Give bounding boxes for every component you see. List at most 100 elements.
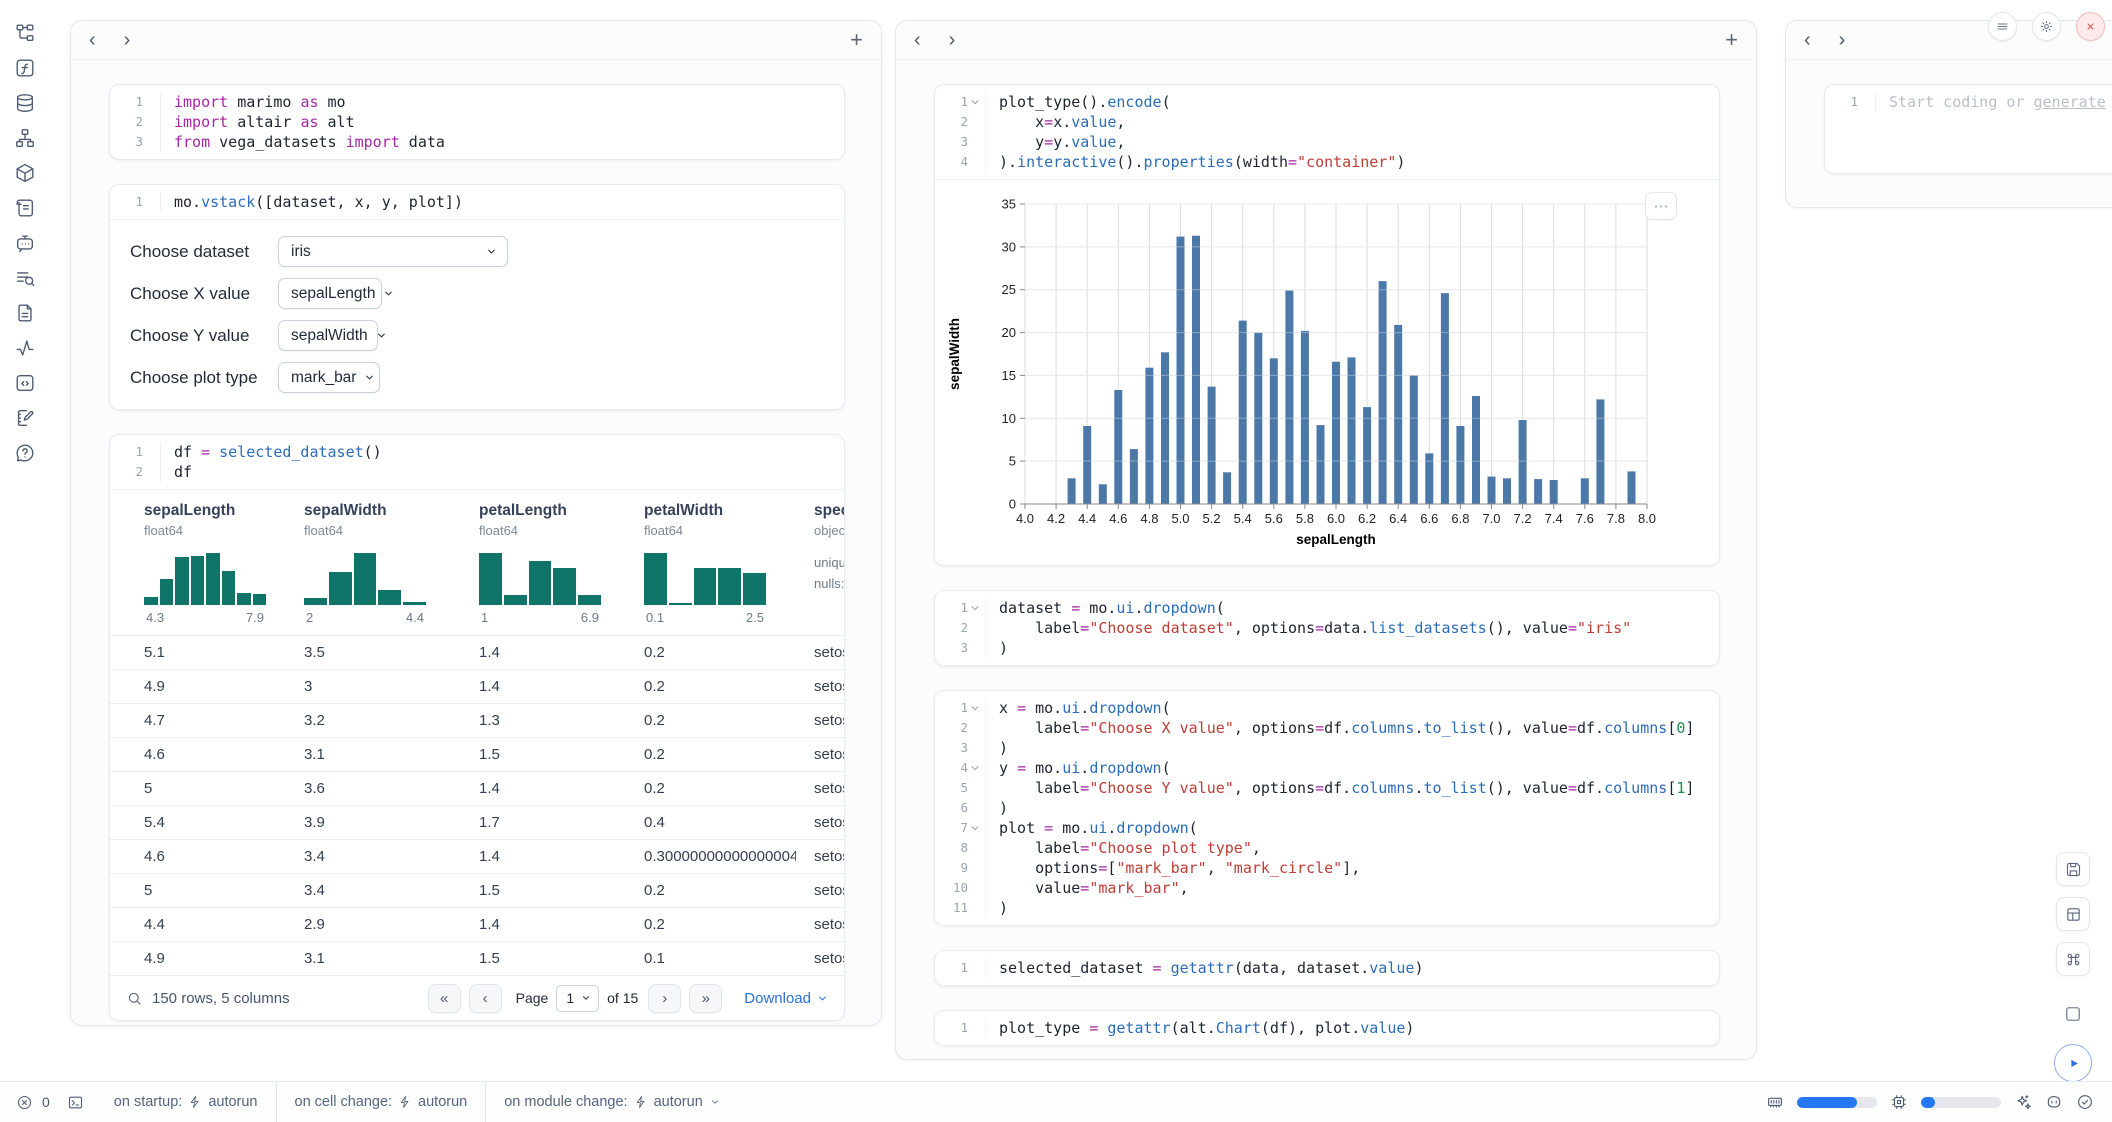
- column-next-button[interactable]: ›: [1839, 30, 1846, 50]
- column-histogram[interactable]: [304, 551, 426, 605]
- line-number-gutter: 1: [110, 442, 161, 462]
- minimap-button[interactable]: [2057, 998, 2089, 1030]
- table-row[interactable]: 53.61.40.2setosa: [110, 771, 844, 805]
- save-button[interactable]: [2056, 852, 2090, 886]
- copilot-icon[interactable]: [2045, 1093, 2063, 1111]
- shutdown-button[interactable]: [2076, 12, 2105, 41]
- scroll-icon[interactable]: [14, 197, 36, 219]
- table-column-header[interactable]: petalLengthfloat6416.9: [461, 502, 626, 635]
- table-row[interactable]: 4.93.11.50.1setosa: [110, 941, 844, 975]
- line-number-gutter: 3: [110, 132, 161, 152]
- snippets-icon[interactable]: [14, 372, 36, 394]
- memory-icon[interactable]: [1766, 1093, 1784, 1111]
- chart-actions-button[interactable]: ⋯: [1645, 192, 1677, 220]
- function-square-icon[interactable]: [14, 57, 36, 79]
- dropdown-select[interactable]: sepalWidth: [278, 320, 378, 351]
- column-histogram[interactable]: [644, 551, 766, 605]
- cell-code-editor[interactable]: 1plot_type = getattr(alt.Chart(df), plot…: [935, 1011, 1719, 1045]
- column-prev-button[interactable]: ‹: [914, 30, 921, 50]
- add-cell-button[interactable]: +: [850, 29, 863, 51]
- table-row[interactable]: 53.41.50.2setosa: [110, 873, 844, 907]
- column-histogram[interactable]: [144, 551, 266, 605]
- table-row[interactable]: 4.63.41.40.30000000000000004setosa: [110, 839, 844, 873]
- document-icon[interactable]: [14, 302, 36, 324]
- svg-text:6.2: 6.2: [1358, 511, 1376, 526]
- table-column-header[interactable]: sepalLengthfloat644.37.9: [126, 502, 286, 635]
- sparkles-icon[interactable]: [2014, 1093, 2032, 1111]
- altair-bar-chart[interactable]: 4.04.24.44.64.85.05.25.45.65.86.06.26.46…: [945, 190, 1690, 556]
- cell-editor-placeholder[interactable]: 1Start coding or generate with: [1825, 85, 2112, 119]
- cell-code-editor[interactable]: 1selected_dataset = getattr(data, datase…: [935, 951, 1719, 985]
- code-line: 2import altair as alt: [110, 112, 844, 132]
- panel-menu-button[interactable]: [1988, 12, 2017, 41]
- autorun-setting[interactable]: on cell change:autorun: [276, 1082, 486, 1122]
- dependency-graph-icon[interactable]: [14, 127, 36, 149]
- table-column-header[interactable]: sepalWidthfloat6424.4: [286, 502, 461, 635]
- cell-code-editor[interactable]: 1mo.vstack([dataset, x, y, plot]): [110, 185, 844, 219]
- cell-code-editor[interactable]: 1import marimo as mo2import altair as al…: [110, 85, 844, 159]
- page-select[interactable]: 1: [556, 985, 599, 1012]
- table-row[interactable]: 4.42.91.40.2setosa: [110, 907, 844, 941]
- database-icon[interactable]: [14, 92, 36, 114]
- prev-page-button[interactable]: ‹: [469, 984, 502, 1013]
- notebook-cell[interactable]: 1x = mo.ui.dropdown(2 label="Choose X va…: [934, 690, 1720, 926]
- check-circle-icon[interactable]: [2076, 1093, 2094, 1111]
- file-tree-icon[interactable]: [14, 22, 36, 44]
- table-row[interactable]: 5.13.51.40.2setosa: [110, 635, 844, 669]
- table-row[interactable]: 4.73.21.30.2setosa: [110, 703, 844, 737]
- notebook-cell[interactable]: 1dataset = mo.ui.dropdown(2 label="Choos…: [934, 590, 1720, 666]
- notebook-cell[interactable]: 1mo.vstack([dataset, x, y, plot])Choose …: [109, 184, 845, 410]
- chat-bot-icon[interactable]: [14, 232, 36, 254]
- run-all-button[interactable]: [2054, 1044, 2092, 1082]
- cell-code-editor[interactable]: 1df = selected_dataset()2df: [110, 435, 844, 489]
- table-row[interactable]: 5.43.91.70.4setosa: [110, 805, 844, 839]
- package-icon[interactable]: [14, 162, 36, 184]
- svg-text:10: 10: [1002, 411, 1016, 426]
- code-line: 1Start coding or generate with: [1825, 92, 2112, 112]
- table-row[interactable]: 4.63.11.50.2setosa: [110, 737, 844, 771]
- notebook-cell[interactable]: 1Start coding or generate with: [1824, 84, 2112, 174]
- column-prev-button[interactable]: ‹: [1804, 30, 1811, 50]
- notebook-cell[interactable]: 1import marimo as mo2import altair as al…: [109, 84, 845, 160]
- first-page-button[interactable]: «: [428, 984, 461, 1013]
- settings-button[interactable]: [2032, 12, 2061, 41]
- error-count: 0: [42, 1094, 50, 1110]
- notebook-cell[interactable]: 1plot_type().encode(2 x=x.value,3 y=y.va…: [934, 84, 1720, 566]
- cell-code-editor[interactable]: 1plot_type().encode(2 x=x.value,3 y=y.va…: [935, 85, 1719, 179]
- next-page-button[interactable]: ›: [648, 984, 681, 1013]
- column-prev-button[interactable]: ‹: [89, 30, 96, 50]
- add-cell-button[interactable]: +: [1725, 29, 1738, 51]
- cell-code-editor[interactable]: 1x = mo.ui.dropdown(2 label="Choose X va…: [935, 691, 1719, 925]
- notebook-cell[interactable]: 1plot_type = getattr(alt.Chart(df), plot…: [934, 1010, 1720, 1046]
- command-palette-button[interactable]: [2056, 942, 2090, 976]
- dropdown-select[interactable]: sepalLength: [278, 278, 382, 309]
- scratchpad-icon[interactable]: [14, 407, 36, 429]
- search-icon[interactable]: [126, 990, 143, 1007]
- layout-toggle-button[interactable]: [2056, 897, 2090, 931]
- list-search-icon[interactable]: [14, 267, 36, 289]
- table-column-header[interactable]: speciesobjectunique:nulls:: [796, 502, 844, 635]
- cpu-icon[interactable]: [1890, 1093, 1908, 1111]
- table-row[interactable]: 4.931.40.2setosa: [110, 669, 844, 703]
- download-button[interactable]: Download: [744, 990, 828, 1007]
- column-body: 1plot_type().encode(2 x=x.value,3 y=y.va…: [896, 60, 1756, 1059]
- dropdown-select[interactable]: mark_bar: [278, 362, 380, 393]
- cell-code-editor[interactable]: 1dataset = mo.ui.dropdown(2 label="Choos…: [935, 591, 1719, 665]
- cpu-usage-meter: [1921, 1097, 2001, 1108]
- column-histogram[interactable]: [479, 551, 601, 605]
- help-icon[interactable]: [14, 442, 36, 464]
- terminal-icon[interactable]: [67, 1094, 84, 1111]
- line-number-gutter: 11: [935, 898, 986, 918]
- activity-icon[interactable]: [14, 337, 36, 359]
- autorun-setting[interactable]: on module change:autorun: [485, 1082, 739, 1122]
- notebook-cell[interactable]: 1selected_dataset = getattr(data, datase…: [934, 950, 1720, 986]
- errors-icon[interactable]: [16, 1094, 33, 1111]
- notebook-cell[interactable]: 1df = selected_dataset()2df sepalLengthfl…: [109, 434, 845, 1021]
- dropdown-select[interactable]: iris: [278, 236, 508, 267]
- svg-text:35: 35: [1002, 197, 1016, 212]
- column-next-button[interactable]: ›: [949, 30, 956, 50]
- last-page-button[interactable]: »: [689, 984, 722, 1013]
- table-column-header[interactable]: petalWidthfloat640.12.5: [626, 502, 796, 635]
- autorun-setting[interactable]: on startup:autorun: [96, 1082, 276, 1122]
- column-next-button[interactable]: ›: [124, 30, 131, 50]
